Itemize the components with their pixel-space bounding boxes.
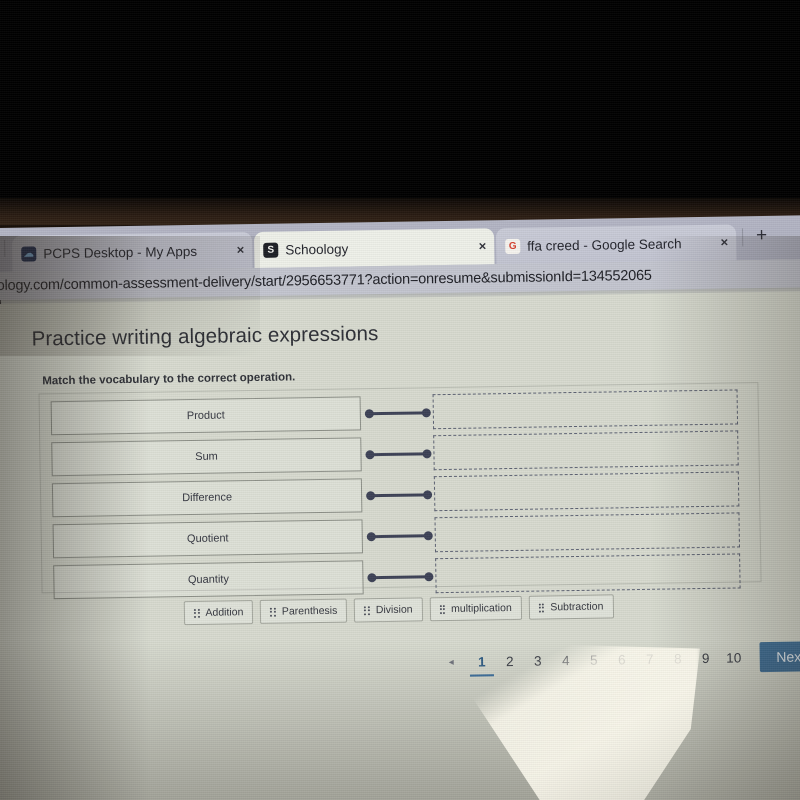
connector-dot-right[interactable] — [424, 572, 434, 582]
match-connector[interactable] — [365, 449, 432, 460]
cloud-app-icon: ☁ — [21, 245, 37, 262]
term-label: Product — [186, 409, 225, 423]
drag-handle-icon[interactable] — [364, 605, 370, 615]
chip-label: Division — [375, 603, 413, 617]
drag-handle-icon[interactable] — [193, 608, 200, 618]
drag-handle-icon[interactable] — [538, 602, 545, 613]
browser-tab-google-search[interactable]: G ffa creed - Google Search × — [495, 224, 737, 265]
chip-label: Addition — [205, 606, 244, 619]
connector-line — [369, 534, 430, 539]
drop-zone-difference[interactable] — [433, 471, 740, 512]
drag-handle-icon[interactable] — [439, 604, 446, 614]
matching-rows: Product Sum Difference Quotient Quantity — [50, 388, 754, 604]
match-connector[interactable] — [367, 572, 434, 583]
draggable-chip-parenthesis[interactable]: Parenthesis — [260, 598, 348, 624]
tab-title: ffa creed - Google Search — [527, 235, 682, 254]
term-label: Quotient — [186, 532, 229, 546]
match-connector[interactable] — [366, 490, 433, 501]
drop-zone-product[interactable] — [432, 389, 739, 430]
plus-icon[interactable]: + — [756, 225, 767, 246]
page-number-8[interactable]: 8 — [664, 651, 692, 666]
prev-arrow-icon[interactable]: ◂ — [449, 656, 454, 667]
chip-label: Subtraction — [550, 600, 604, 614]
page-number-9[interactable]: 9 — [692, 650, 720, 665]
tab-title: Schoology — [285, 241, 349, 258]
page-number-4[interactable]: 4 — [552, 652, 580, 668]
match-term-sum[interactable]: Sum — [51, 437, 362, 477]
page-number-6[interactable]: 6 — [608, 652, 636, 667]
connector-dot-right[interactable] — [421, 408, 431, 418]
match-connector[interactable] — [366, 531, 433, 542]
connector-line — [370, 575, 431, 580]
connector-line — [369, 493, 430, 498]
match-term-product[interactable]: Product — [50, 396, 362, 436]
black-letterbox — [0, 0, 800, 201]
close-icon[interactable]: × — [720, 235, 728, 250]
connector-line — [368, 452, 429, 457]
close-icon[interactable]: × — [237, 242, 245, 257]
drop-zone-quotient[interactable] — [434, 512, 740, 553]
close-icon[interactable]: × — [479, 238, 487, 253]
drag-handle-icon[interactable] — [270, 607, 276, 617]
connector-line — [367, 411, 428, 416]
match-connector[interactable] — [364, 408, 431, 419]
chip-label: multiplication — [450, 602, 512, 615]
photo-of-laptop-screen: ‹ ☁ PCPS Desktop - My Apps × S Schoology… — [0, 0, 800, 800]
page-number-10[interactable]: 10 — [720, 650, 748, 665]
chip-label: Parenthesis — [281, 604, 338, 618]
page-number-3[interactable]: 3 — [524, 653, 552, 668]
draggable-chip-division[interactable]: Division — [354, 597, 423, 623]
url-text: oology.com/common-assessment-delivery/st… — [0, 267, 652, 295]
match-term-quotient[interactable]: Quotient — [52, 519, 364, 559]
browser-tab-schoology[interactable]: S Schoology × — [253, 228, 495, 269]
drop-zone-sum[interactable] — [433, 430, 739, 471]
page-number-1[interactable]: 1 — [468, 654, 496, 669]
page-number-5[interactable]: 5 — [580, 652, 608, 667]
match-term-difference[interactable]: Difference — [51, 478, 363, 518]
assessment-page: Practice writing algebraic expressions M… — [0, 291, 800, 800]
draggable-chip-multiplication[interactable]: multiplication — [429, 595, 522, 622]
page-title: Practice writing algebraic expressions — [31, 322, 379, 351]
term-label: Sum — [195, 450, 218, 463]
tab-title: PCPS Desktop - My Apps — [43, 243, 198, 261]
draggable-chip-addition[interactable]: Addition — [183, 600, 254, 626]
page-number-2[interactable]: 2 — [496, 653, 524, 668]
term-label: Difference — [182, 491, 233, 505]
connector-dot-right[interactable] — [423, 531, 433, 541]
drop-zone-quantity[interactable] — [435, 553, 741, 594]
google-icon: G — [505, 238, 521, 254]
draggable-chip-subtraction[interactable]: Subtraction — [528, 594, 614, 620]
connector-dot-right[interactable] — [423, 490, 433, 500]
next-button[interactable]: Next — [759, 641, 800, 673]
laptop-screen: ‹ ☁ PCPS Desktop - My Apps × S Schoology… — [0, 215, 800, 800]
schoology-icon: S — [263, 242, 279, 258]
page-number-7[interactable]: 7 — [636, 651, 664, 666]
pagination: ◂ 1 2 3 4 5 6 7 8 9 10 Next — [449, 641, 800, 677]
question-instruction: Match the vocabulary to the correct oper… — [42, 371, 296, 388]
browser-tab-pcps[interactable]: ☁ PCPS Desktop - My Apps × — [11, 232, 253, 272]
term-label: Quantity — [187, 573, 230, 587]
match-term-quantity[interactable]: Quantity — [53, 560, 364, 600]
connector-dot-right[interactable] — [422, 449, 432, 459]
